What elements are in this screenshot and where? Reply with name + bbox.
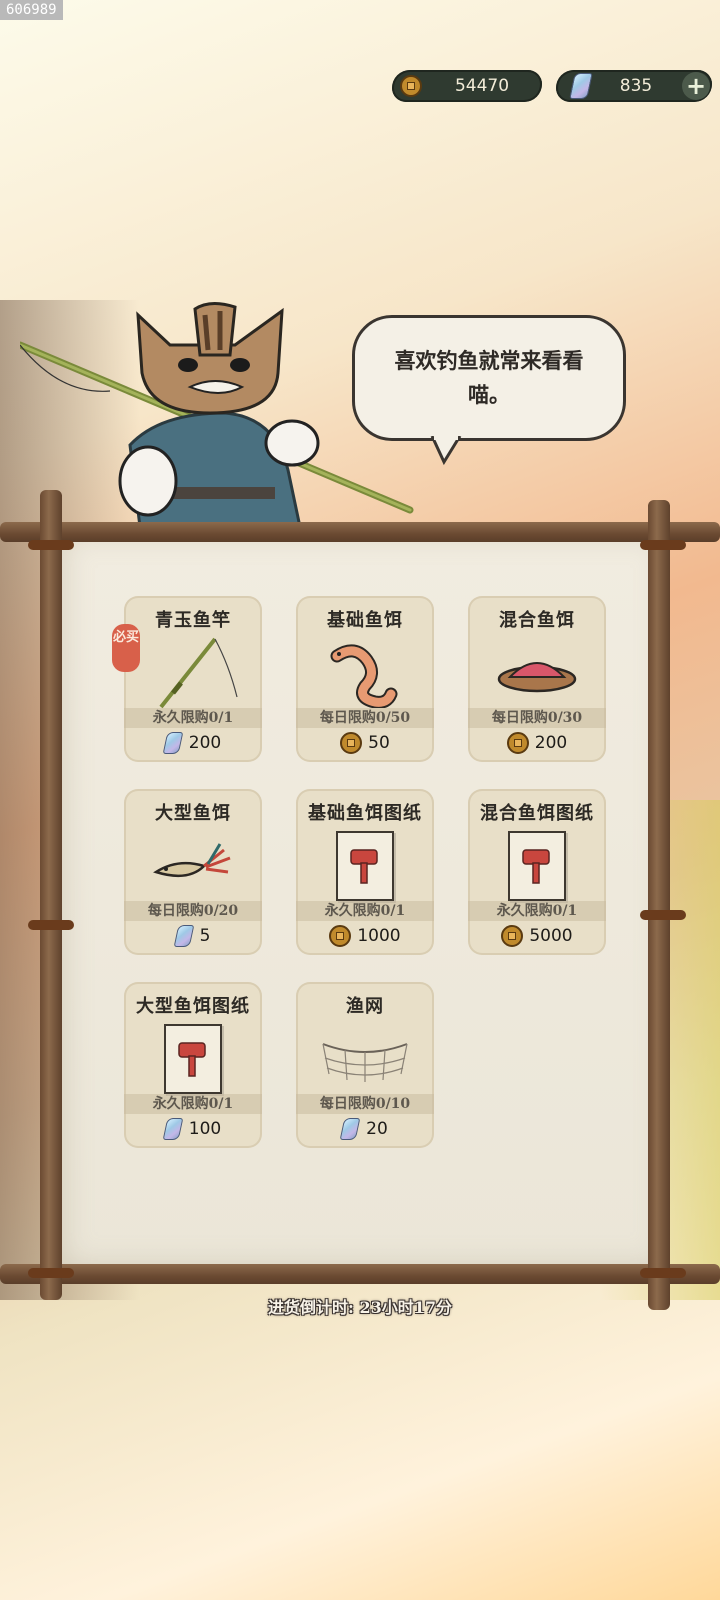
price-value: 100 <box>188 1119 222 1139</box>
shop-item-basic-bait[interactable]: 基础鱼饵 每日限购0/50 50 <box>296 596 434 762</box>
gem-amount: 835 <box>619 76 653 96</box>
purchase-limit: 永久限购0/1 <box>468 901 606 921</box>
item-name: 混合鱼饵 <box>499 610 575 631</box>
fishing-net-icon <box>296 1022 434 1096</box>
item-name: 混合鱼饵图纸 <box>480 803 594 824</box>
rope-tie <box>640 540 686 550</box>
speech-line-2: 喵。 <box>468 382 510 407</box>
gem-icon <box>162 1118 184 1140</box>
coin-icon <box>400 75 422 97</box>
shop-item-basic-bait-blueprint[interactable]: 基础鱼饵图纸 永久限购0/1 1000 <box>296 789 434 955</box>
shop-item-fishing-net[interactable]: 渔网 每日限购0/10 20 <box>296 982 434 1148</box>
purchase-limit: 每日限购0/30 <box>468 708 606 728</box>
shop-item-mixed-bait-blueprint[interactable]: 混合鱼饵图纸 永久限购0/1 5000 <box>468 789 606 955</box>
board-top-beam <box>0 522 720 542</box>
lure-fish-icon <box>124 829 262 903</box>
price-tag: 1000 <box>296 925 434 947</box>
item-name: 青玉鱼竿 <box>155 610 231 631</box>
rope-tie <box>28 920 74 930</box>
add-gems-button[interactable]: + <box>682 72 710 100</box>
mixed-bait-bowl-icon <box>468 636 606 710</box>
board-bottom-beam <box>0 1264 720 1284</box>
coin-icon <box>329 925 352 947</box>
gem-icon <box>162 732 184 754</box>
gem-icon <box>173 925 194 947</box>
item-name: 基础鱼饵 <box>327 610 403 631</box>
purchase-limit: 每日限购0/20 <box>124 901 262 921</box>
purchase-limit: 永久限购0/1 <box>124 1094 262 1114</box>
price-tag: 200 <box>468 732 606 754</box>
price-value: 1000 <box>357 926 401 946</box>
price-value: 20 <box>366 1119 388 1139</box>
build-id-label: 606989 <box>0 0 63 20</box>
item-name: 大型鱼饵图纸 <box>136 996 250 1017</box>
price-value: 5 <box>199 926 211 946</box>
board-right-pole <box>648 500 670 1310</box>
price-value: 200 <box>188 733 222 753</box>
fishing-rod-icon <box>124 636 262 710</box>
price-tag: 20 <box>296 1118 434 1140</box>
price-tag: 50 <box>296 732 434 754</box>
purchase-limit: 每日限购0/50 <box>296 708 434 728</box>
restock-countdown: 进货倒计时: 23小时17分 <box>267 1298 452 1317</box>
item-name: 大型鱼饵 <box>155 803 231 824</box>
price-tag: 5 <box>124 925 262 947</box>
rope-tie <box>28 540 74 550</box>
coin-icon <box>506 732 529 754</box>
item-name: 基础鱼饵图纸 <box>308 803 422 824</box>
price-value: 5000 <box>529 926 573 946</box>
gem-balance: 835 + <box>556 70 712 102</box>
hammer-blueprint-icon <box>468 829 606 903</box>
price-value: 50 <box>368 733 390 753</box>
price-tag: 100 <box>124 1118 262 1140</box>
coin-amount: 54470 <box>454 76 510 96</box>
speech-line-1: 喜欢钓鱼就常来看看 <box>394 348 584 373</box>
shop-item-jade-fishing-rod[interactable]: 青玉鱼竿 必买 永久限购0/1 200 <box>112 596 262 762</box>
purchase-limit: 每日限购0/10 <box>296 1094 434 1114</box>
price-tag: 200 <box>124 732 262 754</box>
rope-tie <box>640 910 686 920</box>
coin-balance: 54470 <box>392 70 542 102</box>
hammer-blueprint-icon <box>124 1022 262 1096</box>
shop-item-mixed-bait[interactable]: 混合鱼饵 每日限购0/30 200 <box>468 596 606 762</box>
purchase-limit: 永久限购0/1 <box>124 708 262 728</box>
hammer-blueprint-icon <box>296 829 434 903</box>
shop-item-large-bait[interactable]: 大型鱼饵 每日限购0/20 5 <box>124 789 262 955</box>
rope-tie <box>28 1268 74 1278</box>
board-left-pole <box>40 490 62 1300</box>
coin-icon <box>340 732 363 754</box>
speech-bubble: 喜欢钓鱼就常来看看 喵。 <box>352 315 626 441</box>
coin-icon <box>501 925 524 947</box>
price-tag: 5000 <box>468 925 606 947</box>
purchase-limit: 永久限购0/1 <box>296 901 434 921</box>
shop-item-large-bait-blueprint[interactable]: 大型鱼饵图纸 永久限购0/1 100 <box>124 982 262 1148</box>
speech-bubble-tail-icon <box>430 436 462 466</box>
price-value: 200 <box>534 733 568 753</box>
worm-bait-icon <box>296 636 434 710</box>
gem-icon <box>339 1118 361 1140</box>
rope-tie <box>640 1268 686 1278</box>
item-name: 渔网 <box>346 996 384 1017</box>
